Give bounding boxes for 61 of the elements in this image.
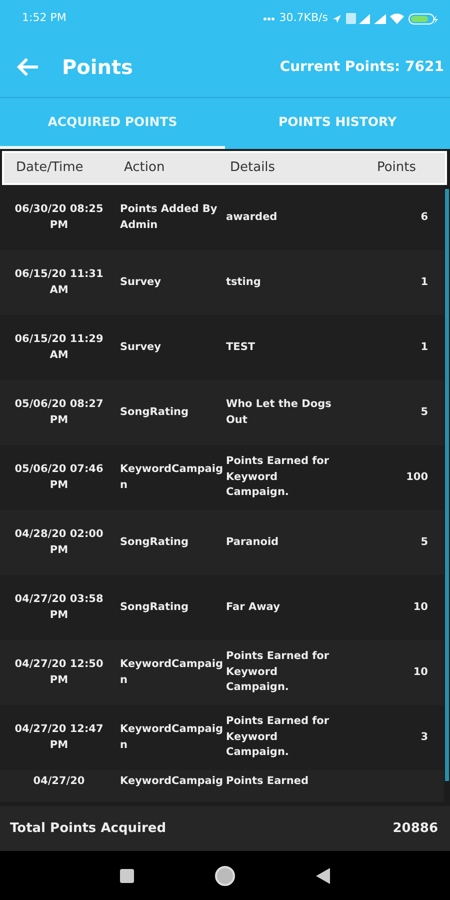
date-cell: 04/27/20 12:50 PM xyxy=(14,658,104,686)
recents-icon[interactable] xyxy=(120,869,134,883)
action-cell: Survey xyxy=(120,340,162,353)
wifi-icon xyxy=(390,13,404,24)
details-cell: awarded xyxy=(226,210,278,223)
page-title: Points xyxy=(62,54,133,81)
battery-icon xyxy=(408,12,438,24)
scrollbar[interactable] xyxy=(445,189,449,781)
location-icon xyxy=(332,14,342,24)
details-cell: Points Earned for Keyword Campaign. xyxy=(226,650,330,694)
points-cell: 100 xyxy=(406,470,428,483)
points-cell: 6 xyxy=(420,210,428,223)
date-cell: 05/06/20 07:46 PM xyxy=(14,462,104,490)
points-cell: 5 xyxy=(420,406,428,418)
signal-icon xyxy=(346,13,370,24)
action-cell: SongRating xyxy=(120,406,189,418)
details-cell: Points Earned xyxy=(226,775,308,787)
date-cell: 04/27/20 12:47 PM xyxy=(14,722,104,750)
action-cell: KeywordCampaig xyxy=(120,775,223,787)
network-speed: 30.7KB/s xyxy=(279,10,328,26)
current-points: Current Points: 7621 xyxy=(280,58,444,76)
points-cell: 3 xyxy=(420,730,428,743)
date-cell: 06/15/20 11:29 AM xyxy=(14,332,104,360)
date-cell: 04/28/20 02:00 PM xyxy=(14,528,104,556)
details-cell: Far Away xyxy=(226,600,280,613)
back-icon[interactable] xyxy=(316,868,330,884)
total-label: Total Points Acquired xyxy=(10,820,166,838)
date-cell: 06/15/20 11:31 AM xyxy=(14,268,104,296)
action-cell: KeywordCampaign xyxy=(120,462,223,490)
action-cell: SongRating xyxy=(120,536,189,548)
signal-icon xyxy=(374,13,386,24)
status-time: 1:52 PM xyxy=(22,10,66,26)
column-header: Details xyxy=(229,159,276,178)
date-cell: 05/06/20 08:27 PM xyxy=(14,398,104,426)
action-cell: Points Added By Admin xyxy=(120,202,218,230)
points-cell: 1 xyxy=(420,340,428,353)
details-cell: Paranoid xyxy=(226,536,279,548)
column-header: Points xyxy=(376,159,418,178)
back-arrow-icon[interactable] xyxy=(16,57,40,77)
details-cell: Who Let the Dogs Out xyxy=(226,398,332,426)
date-cell: 04/27/20 xyxy=(33,775,85,787)
action-cell: KeywordCampaign xyxy=(120,722,223,750)
dots-icon xyxy=(263,16,276,20)
action-cell: SongRating xyxy=(120,600,189,613)
tab[interactable]: POINTS HISTORY xyxy=(225,98,450,149)
column-header: Action xyxy=(123,159,166,178)
details-cell: tsting xyxy=(226,276,261,288)
home-icon[interactable] xyxy=(214,865,236,887)
details-cell: Points Earned for Keyword Campaign. xyxy=(226,454,330,498)
points-cell: 10 xyxy=(413,600,428,613)
date-cell: 06/30/20 08:25 PM xyxy=(14,202,104,230)
details-cell: Points Earned for Keyword Campaign. xyxy=(226,714,330,758)
total-value: 20886 xyxy=(392,820,438,838)
points-cell: 1 xyxy=(420,276,428,288)
date-cell: 04/27/20 03:58 PM xyxy=(14,592,104,620)
action-cell: KeywordCampaign xyxy=(120,658,223,686)
details-cell: TEST xyxy=(226,340,256,353)
column-header: Date/Time xyxy=(15,159,84,178)
points-cell: 10 xyxy=(413,666,428,678)
action-cell: Survey xyxy=(120,276,162,288)
points-cell: 5 xyxy=(420,536,428,548)
